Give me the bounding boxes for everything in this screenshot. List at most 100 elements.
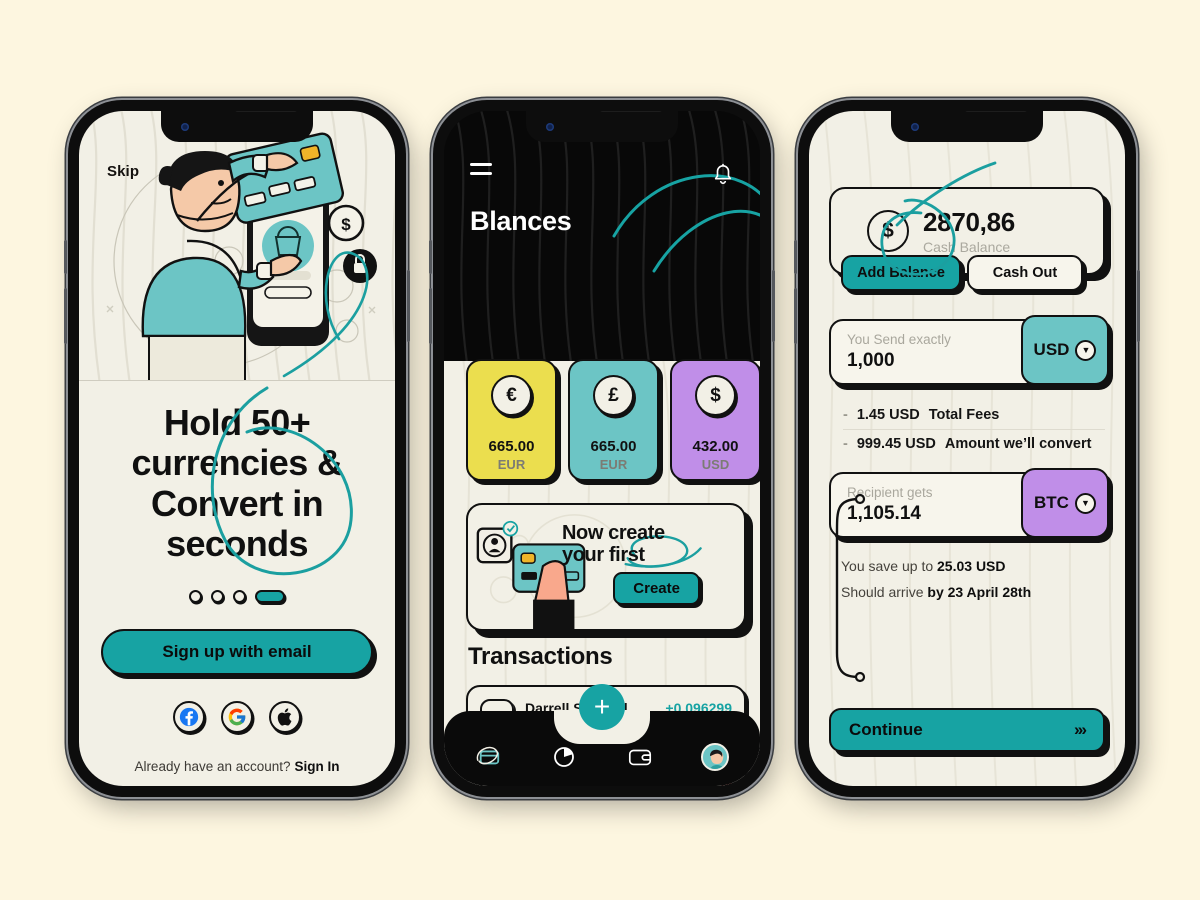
- pagination-dot-active[interactable]: [255, 590, 285, 604]
- promo-heading: Now create your first: [562, 522, 730, 567]
- pie-chart-icon: [554, 746, 575, 767]
- balance-cards: € 665.00 EUR £ 665.00 EUR $ 432.00 USD: [466, 359, 760, 481]
- notch: [161, 111, 313, 142]
- fee-row: - 1.45 USD Total Fees: [843, 401, 1105, 429]
- facebook-icon: [179, 708, 199, 727]
- facebook-login-button[interactable]: [173, 701, 205, 734]
- fee-label: Amount we’ll convert: [944, 436, 1092, 452]
- skip-button[interactable]: Skip: [107, 163, 139, 180]
- recipient-gets-value[interactable]: 1,105.14: [847, 503, 933, 525]
- create-button[interactable]: Create: [613, 572, 700, 605]
- already-have-account-label: Already have an account?: [134, 759, 291, 775]
- balance-currency: EUR: [599, 457, 628, 472]
- balance-currency: USD: [701, 457, 730, 472]
- top-bar: [470, 163, 734, 187]
- already-have-account-row: Already have an account? Sign In: [134, 759, 339, 774]
- cash-out-button[interactable]: Cash Out: [967, 255, 1083, 291]
- dollar-coin-icon: $: [867, 210, 909, 252]
- create-card-promo: Now create your first Create: [466, 503, 746, 631]
- you-send-field[interactable]: You Send exactly 1,000 USD ▼: [829, 315, 1109, 385]
- receive-currency-code: BTC: [1034, 493, 1069, 512]
- svg-text:$: $: [341, 215, 351, 234]
- cash-balance-label: Cash Balance: [923, 239, 1011, 255]
- balance-card[interactable]: $ 432.00 USD: [670, 359, 760, 481]
- notch: [891, 111, 1043, 142]
- savings-value: 25.03 USD: [937, 558, 1006, 574]
- pagination-dot[interactable]: [189, 590, 202, 604]
- phone-3-screen: $ 2870,86 Cash Balance Add Balance Cash …: [809, 111, 1125, 786]
- you-send-text: You Send exactly 1,000: [847, 332, 951, 372]
- currency-symbol-icon: £: [593, 375, 634, 416]
- hamburger-icon[interactable]: [470, 163, 492, 175]
- you-send-value[interactable]: 1,000: [847, 350, 951, 372]
- balance-card[interactable]: £ 665.00 EUR: [568, 359, 659, 481]
- add-balance-button[interactable]: Add Balance: [841, 255, 961, 291]
- apple-login-button[interactable]: [269, 701, 301, 734]
- pagination-dot[interactable]: [233, 590, 246, 604]
- recipient-gets-field[interactable]: Recipient gets 1,105.14 BTC ▼: [829, 468, 1109, 538]
- send-currency-code: USD: [1033, 340, 1070, 359]
- tab-wallet[interactable]: [625, 742, 655, 772]
- balance-amount: 432.00: [692, 438, 739, 455]
- chevron-down-icon: ▼: [1074, 492, 1096, 514]
- promo-line-2: your first: [562, 544, 645, 567]
- sign-in-link[interactable]: Sign In: [295, 759, 340, 774]
- pagination-dot[interactable]: [211, 590, 224, 604]
- page-title: Blances: [470, 206, 572, 236]
- cash-balance-info: 2870,86 Cash Balance: [923, 207, 1015, 255]
- phone-1-onboarding: $ Skip Hold 50+ currencies & Convert in …: [64, 100, 410, 797]
- notch: [526, 111, 678, 142]
- promo-line-1: Now create: [562, 522, 665, 544]
- balance-currency: EUR: [497, 457, 526, 472]
- mockup-stage: $ Skip Hold 50+ currencies & Convert in …: [0, 0, 1200, 900]
- power-button[interactable]: [1137, 270, 1140, 342]
- phone-1-screen: $ Skip Hold 50+ currencies & Convert in …: [79, 111, 395, 786]
- transfer-form: $ 2870,86 Cash Balance Add Balance Cash …: [809, 111, 1125, 786]
- receive-currency-selector[interactable]: BTC ▼: [1021, 468, 1109, 538]
- phone-2-screen: Blances € 665.00 EUR £ 665.00 EUR $ 432.…: [444, 111, 760, 786]
- social-login-row: [173, 701, 301, 734]
- transactions-title: Transactions: [468, 643, 613, 670]
- power-button[interactable]: [407, 270, 410, 342]
- bell-icon[interactable]: [712, 163, 734, 187]
- send-currency-selector[interactable]: USD ▼: [1021, 315, 1109, 385]
- fee-row: - 999.45 USD Amount we’ll convert: [843, 429, 1105, 458]
- fee-dash: -: [843, 407, 848, 423]
- google-icon: [228, 708, 246, 726]
- onboarding-illustration: $: [79, 111, 395, 381]
- fee-label: Total Fees: [928, 407, 1000, 423]
- earpiece-speaker: [235, 111, 297, 112]
- page-title: Hold 50+ currencies & Convert in seconds: [131, 402, 344, 564]
- balance-amount: 665.00: [488, 438, 535, 455]
- arrival-value: by 23 April 28th: [927, 584, 1032, 600]
- front-camera-icon: [546, 123, 554, 131]
- tab-stats[interactable]: [549, 742, 579, 772]
- sign-up-with-email-button[interactable]: Sign up with email: [101, 629, 373, 676]
- add-button[interactable]: +: [579, 684, 625, 730]
- you-send-label: You Send exactly: [847, 332, 951, 347]
- phone-2-balances: Blances € 665.00 EUR £ 665.00 EUR $ 432.…: [429, 100, 775, 797]
- avatar: [700, 742, 729, 771]
- balance-actions: Add Balance Cash Out: [829, 255, 1105, 291]
- currency-symbol-icon: $: [695, 375, 736, 416]
- person-with-card-illustration: $: [106, 132, 377, 380]
- recipient-gets-label: Recipient gets: [847, 485, 933, 500]
- apple-icon: [277, 708, 291, 726]
- tab-profile[interactable]: [700, 742, 730, 772]
- currency-symbol-icon: €: [491, 375, 532, 416]
- fee-amount: 999.45 USD: [856, 436, 936, 452]
- power-button[interactable]: [772, 270, 775, 342]
- fee-breakdown: - 1.45 USD Total Fees - 999.45 USD Amoun…: [829, 401, 1105, 458]
- arrival-note: Should arrive by 23 April 28th: [829, 584, 1105, 600]
- phone-3-transfer: $ 2870,86 Cash Balance Add Balance Cash …: [794, 100, 1140, 797]
- tab-cards[interactable]: [474, 742, 504, 772]
- pagination-dots[interactable]: [189, 590, 285, 604]
- avatar-icon: [702, 744, 727, 769]
- balance-card[interactable]: € 665.00 EUR: [466, 359, 557, 481]
- google-login-button[interactable]: [221, 701, 253, 734]
- arrival-prefix: Should arrive: [841, 584, 924, 600]
- front-camera-icon: [911, 123, 919, 131]
- cash-balance-amount: 2870,86: [923, 207, 1015, 237]
- chevron-down-icon: ▼: [1075, 339, 1097, 361]
- fee-dash: -: [843, 436, 848, 452]
